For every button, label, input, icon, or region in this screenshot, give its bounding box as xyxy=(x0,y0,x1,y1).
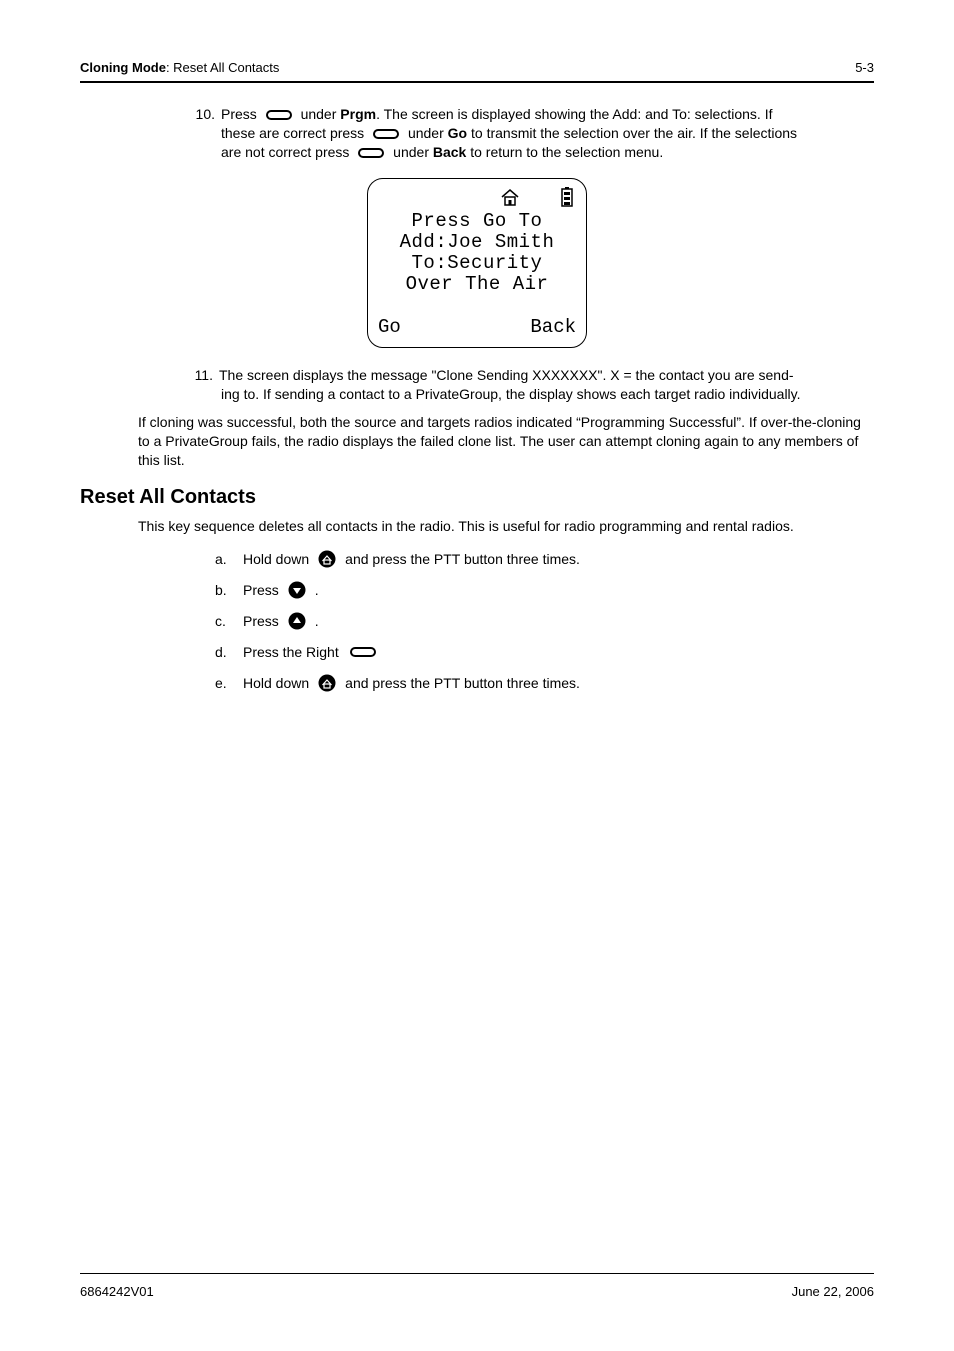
bold-go: Go xyxy=(448,125,467,141)
text: Hold down xyxy=(243,674,309,693)
step-10-number: 10. xyxy=(185,105,221,124)
step-10-line2: these are correct press under Go to tran… xyxy=(221,124,874,143)
screen-line-3: To:Security xyxy=(376,253,578,274)
substep-d-label: d. xyxy=(215,643,237,662)
text: Hold down xyxy=(243,550,309,569)
text: Press xyxy=(221,106,261,122)
footer-rule xyxy=(80,1273,874,1274)
battery-icon xyxy=(560,187,574,212)
paragraph-cloning-result: If cloning was successful, both the sour… xyxy=(138,413,874,470)
step-10-line3: are not correct press under Back to retu… xyxy=(221,143,874,162)
text: under xyxy=(408,125,448,141)
header-left: Cloning Mode: Reset All Contacts xyxy=(80,60,279,75)
text: and press the PTT button three times. xyxy=(345,550,580,569)
text: under xyxy=(393,144,433,160)
text: under xyxy=(301,106,341,122)
text: Press the Right xyxy=(243,643,339,662)
step-11-line1: The screen displays the message "Clone S… xyxy=(219,366,874,385)
step-11-line2: ing to. If sending a contact to a Privat… xyxy=(221,385,874,404)
paragraph-reset-desc: This key sequence deletes all contacts i… xyxy=(138,517,874,536)
screen-softkey-right: Back xyxy=(530,315,576,341)
softkey-icon xyxy=(349,646,377,658)
text: . xyxy=(315,612,319,631)
softkey-icon xyxy=(372,128,400,140)
header-rule xyxy=(80,81,874,83)
text: to transmit the selection over the air. … xyxy=(467,125,797,141)
softkey-icon xyxy=(265,109,293,121)
up-arrow-button-icon xyxy=(288,612,306,630)
radio-screen: Press Go To Add:Joe Smith To:Security Ov… xyxy=(80,178,874,348)
text: . The screen is displayed showing the Ad… xyxy=(376,106,772,122)
bold-back: Back xyxy=(433,144,466,160)
step-11: 11. The screen displays the message "Clo… xyxy=(185,366,874,404)
substep-c: c. Press . xyxy=(215,612,874,631)
bold-prgm: Prgm xyxy=(340,106,376,122)
footer-doc-number: 6864242V01 xyxy=(80,1284,154,1299)
home-button-icon xyxy=(318,674,336,692)
text: are not correct press xyxy=(221,144,353,160)
step-11-number: 11. xyxy=(185,366,219,385)
page-footer: 6864242V01 June 22, 2006 xyxy=(80,1273,874,1299)
screen-softkey-left: Go xyxy=(378,315,401,341)
text: Press xyxy=(243,581,279,600)
text: . xyxy=(315,581,319,600)
text: and press the PTT button three times. xyxy=(345,674,580,693)
text: Press xyxy=(243,612,279,631)
substep-b-label: b. xyxy=(215,581,237,600)
down-arrow-button-icon xyxy=(288,581,306,599)
footer-date: June 22, 2006 xyxy=(792,1284,874,1299)
home-button-icon xyxy=(318,550,336,568)
substep-b: b. Press . xyxy=(215,581,874,600)
step-10: 10. Press under Prgm. The screen is disp… xyxy=(185,105,874,162)
screen-line-1: Press Go To xyxy=(376,211,578,232)
home-icon xyxy=(500,188,520,211)
header-page-number: 5-3 xyxy=(855,60,874,75)
substep-a: a. Hold down and press the PTT button th… xyxy=(215,550,874,569)
sub-steps: a. Hold down and press the PTT button th… xyxy=(215,550,874,692)
header-left-bold: Cloning Mode xyxy=(80,60,166,75)
screen-line-4: Over The Air xyxy=(376,274,578,295)
substep-a-label: a. xyxy=(215,550,237,569)
text: to return to the selection menu. xyxy=(466,144,663,160)
substep-e-label: e. xyxy=(215,674,237,693)
heading-reset-all-contacts: Reset All Contacts xyxy=(80,484,874,511)
header-left-rest: : Reset All Contacts xyxy=(166,60,279,75)
step-10-line1: Press under Prgm. The screen is displaye… xyxy=(221,105,874,124)
substep-d: d. Press the Right xyxy=(215,643,874,662)
substep-e: e. Hold down and press the PTT button th… xyxy=(215,674,874,693)
softkey-icon xyxy=(357,147,385,159)
substep-c-label: c. xyxy=(215,612,237,631)
text: these are correct press xyxy=(221,125,368,141)
page-header: Cloning Mode: Reset All Contacts 5-3 xyxy=(80,60,874,81)
screen-line-2: Add:Joe Smith xyxy=(376,232,578,253)
